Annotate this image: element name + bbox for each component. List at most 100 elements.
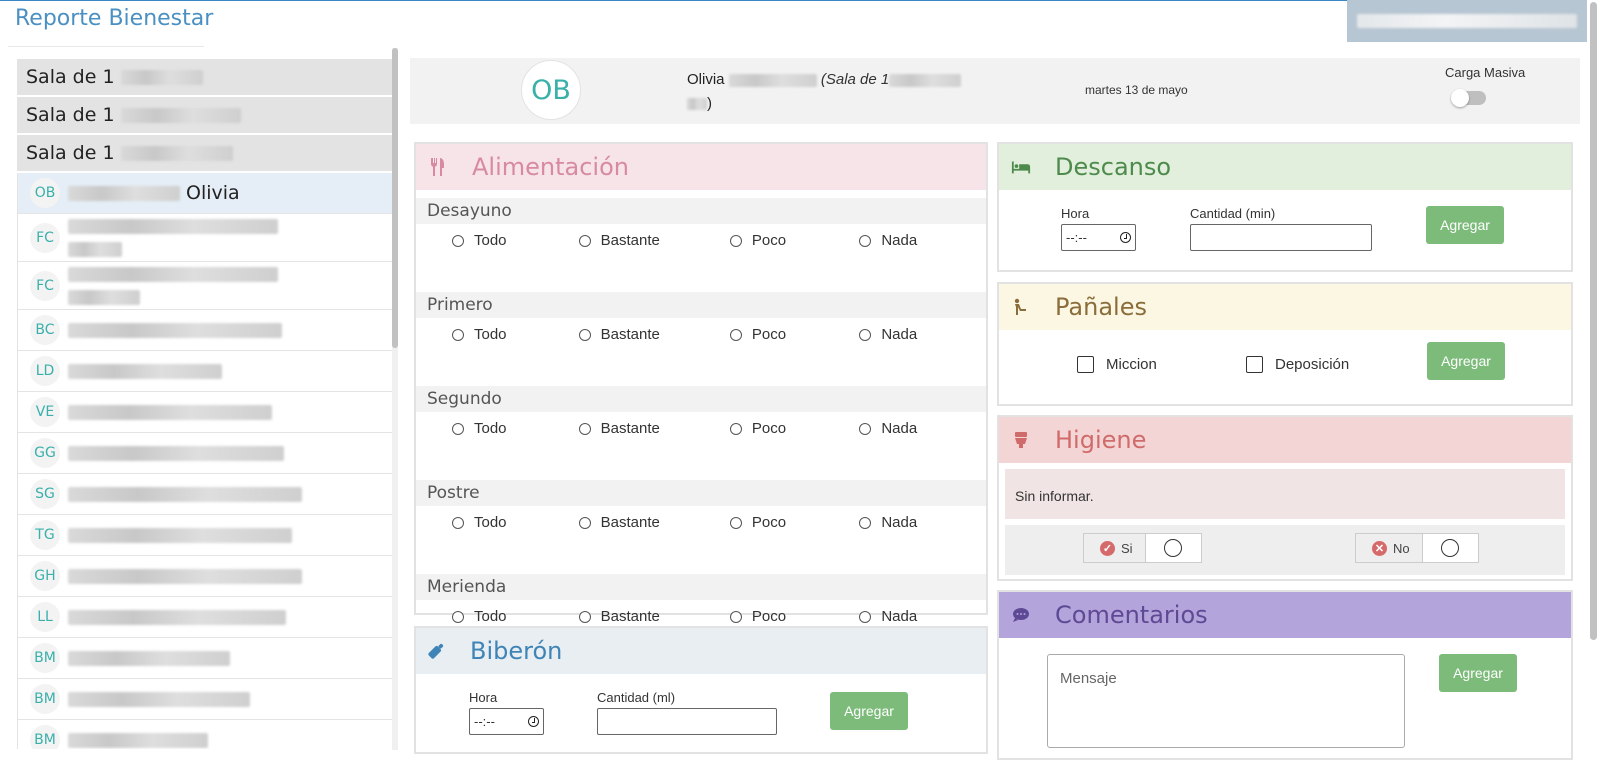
bed-icon [1011, 157, 1031, 177]
radio-button[interactable] [578, 610, 591, 623]
meal-option[interactable]: Poco [729, 232, 859, 249]
miccion-option[interactable]: Miccion [1067, 342, 1173, 386]
option-label: Nada [881, 514, 918, 531]
deposicion-option[interactable]: Deposición [1236, 342, 1367, 386]
clock-icon [528, 716, 539, 727]
radio-button[interactable] [859, 610, 872, 623]
radio-button[interactable] [578, 234, 591, 247]
avatar: BC [30, 315, 60, 345]
miccion-checkbox[interactable] [1077, 355, 1094, 373]
no-radio[interactable] [1422, 534, 1478, 562]
radio-button[interactable] [859, 234, 872, 247]
child-item[interactable]: GG [17, 433, 393, 474]
descanso-add-button[interactable]: Agregar [1426, 206, 1504, 244]
child-item[interactable]: VE [17, 392, 393, 433]
radio-button[interactable] [729, 610, 742, 623]
panales-add-button[interactable]: Agregar [1427, 342, 1505, 380]
radio-button[interactable] [578, 328, 591, 341]
meal-option[interactable]: Bastante [578, 420, 730, 437]
meal-option[interactable]: Poco [729, 326, 859, 343]
meal-row: Primero Todo Bastante Poco Nada [416, 292, 986, 376]
biberon-cantidad-input[interactable] [597, 708, 777, 735]
meal-row: Segundo Todo Bastante Poco Nada [416, 386, 986, 470]
comentarios-header: Comentarios [999, 592, 1571, 638]
option-label: Poco [751, 232, 787, 249]
child-item[interactable]: BC [17, 310, 393, 351]
descanso-cantidad-label: Cantidad (min) [1190, 206, 1276, 221]
option-label: Bastante [600, 326, 660, 343]
radio-button[interactable] [578, 422, 591, 435]
redacted-text [68, 445, 284, 461]
higiene-yes[interactable]: ✓ Si [1083, 533, 1202, 563]
sidebar-group-2[interactable]: Sala de 1 [17, 97, 393, 135]
meal-option[interactable]: Todo [452, 420, 579, 437]
radio-button[interactable] [729, 422, 742, 435]
radio-button[interactable] [452, 422, 464, 435]
message-textarea[interactable]: Mensaje [1047, 654, 1405, 748]
higiene-no[interactable]: ✕ No [1355, 533, 1479, 563]
avatar: BM [30, 684, 60, 714]
yes-radio[interactable] [1145, 534, 1201, 562]
child-item[interactable]: BM [17, 679, 393, 720]
radio-button[interactable] [729, 234, 742, 247]
meal-option[interactable]: Nada [859, 326, 986, 343]
radio-button[interactable] [452, 328, 464, 341]
child-name: Olivia [186, 182, 240, 204]
sidebar-group-1[interactable]: Sala de 1 [17, 59, 393, 97]
meal-option[interactable]: Bastante [578, 608, 730, 625]
radio-button[interactable] [452, 516, 464, 529]
biberon-hora-input[interactable]: --:-- [469, 708, 544, 735]
radio-button[interactable] [578, 516, 591, 529]
child-item[interactable]: SG [17, 474, 393, 515]
page-scroll-thumb[interactable] [1590, 2, 1597, 640]
biberon-title: Biberón [470, 637, 563, 665]
radio-button[interactable] [859, 422, 872, 435]
meal-option[interactable]: Todo [452, 232, 579, 249]
meal-option[interactable]: Nada [859, 608, 986, 625]
meal-option[interactable]: Todo [452, 326, 579, 343]
child-item-olivia[interactable]: OB Olivia [17, 173, 393, 214]
sidebar-group-3[interactable]: Sala de 1 [17, 135, 393, 173]
meal-option[interactable]: Nada [859, 514, 986, 531]
meal-option[interactable]: Poco [729, 514, 859, 531]
meal-option[interactable]: Nada [859, 232, 986, 249]
descanso-cantidad-input[interactable] [1190, 224, 1372, 251]
child-item[interactable]: LL [17, 597, 393, 638]
page-scrollbar[interactable] [1587, 0, 1600, 762]
child-item[interactable]: TG [17, 515, 393, 556]
child-item[interactable]: FC [17, 262, 393, 310]
radio-button[interactable] [452, 234, 464, 247]
redacted-text [120, 69, 203, 85]
sidebar-scroll-thumb[interactable] [392, 48, 398, 348]
meal-option[interactable]: Bastante [578, 232, 730, 249]
radio-button[interactable] [729, 328, 742, 341]
meal-option[interactable]: Nada [859, 420, 986, 437]
child-item[interactable]: LD [17, 351, 393, 392]
bulk-load-toggle[interactable] [1451, 89, 1486, 107]
biberon-add-button[interactable]: Agregar [830, 692, 908, 730]
child-item[interactable]: FC [17, 214, 393, 262]
meal-option[interactable]: Poco [729, 420, 859, 437]
meal-options: Todo Bastante Poco Nada [416, 514, 986, 531]
meal-option[interactable]: Todo [452, 608, 579, 625]
redacted-text [68, 568, 302, 584]
avatar: BM [30, 643, 60, 673]
sidebar-scrollbar[interactable] [392, 48, 398, 750]
radio-button[interactable] [729, 516, 742, 529]
meal-option[interactable]: Bastante [578, 326, 730, 343]
radio-button[interactable] [452, 610, 464, 623]
radio-button[interactable] [859, 328, 872, 341]
user-menu[interactable] [1347, 0, 1587, 42]
redacted-text [68, 486, 302, 502]
meal-option[interactable]: Todo [452, 514, 579, 531]
redacted-text [68, 650, 230, 666]
child-item[interactable]: GH [17, 556, 393, 597]
deposicion-checkbox[interactable] [1246, 355, 1263, 373]
child-item[interactable]: BM [17, 638, 393, 679]
radio-button[interactable] [859, 516, 872, 529]
comentarios-add-button[interactable]: Agregar [1439, 654, 1517, 692]
meal-option[interactable]: Bastante [578, 514, 730, 531]
descanso-hora-input[interactable]: --:-- [1061, 224, 1136, 251]
meal-option[interactable]: Poco [729, 608, 859, 625]
child-item[interactable]: BM [17, 720, 393, 749]
